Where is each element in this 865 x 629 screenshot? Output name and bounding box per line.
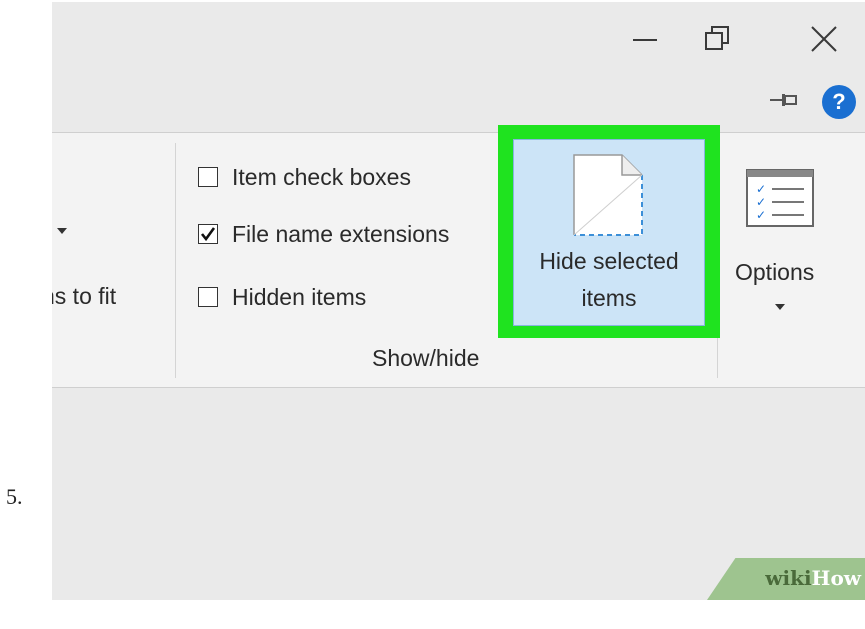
options-dropdown-arrow-icon[interactable] [775, 304, 785, 310]
highlight-box: Hide selected items [498, 125, 720, 338]
watermark-wiki: wiki [765, 566, 812, 590]
restore-button[interactable] [675, 2, 755, 82]
watermark-how: How [811, 566, 861, 590]
svg-text:✓: ✓ [756, 195, 766, 209]
close-button[interactable] [785, 2, 865, 82]
file-name-extensions-checkbox[interactable] [198, 224, 218, 244]
options-label[interactable]: Options [735, 259, 814, 286]
group-divider [175, 143, 176, 378]
svg-text:✓: ✓ [756, 182, 766, 196]
help-icon[interactable]: ? [822, 85, 856, 119]
hide-selected-label-line1: Hide selected [539, 248, 679, 274]
layout-partial-label[interactable]: ns to fit [52, 283, 116, 310]
hide-selected-items-button[interactable]: Hide selected items [513, 139, 705, 326]
step-number: 5. [6, 484, 23, 509]
close-icon [811, 26, 837, 52]
explorer-window: ? ns to fit Item check boxes File name e… [52, 2, 865, 600]
hide-document-icon [573, 154, 643, 236]
hidden-items-label: Hidden items [232, 284, 367, 310]
ribbon: ns to fit Item check boxes File name ext… [52, 132, 865, 388]
hide-selected-label-line2: items [581, 285, 637, 311]
hidden-items-checkbox[interactable] [198, 287, 218, 307]
minimize-icon [633, 39, 657, 41]
options-icon[interactable]: ✓ ✓ ✓ [746, 169, 814, 227]
wikihow-watermark: wikiHow [707, 558, 865, 600]
pin-icon[interactable] [770, 92, 800, 108]
svg-text:✓: ✓ [756, 208, 766, 222]
show-hide-group-label: Show/hide [372, 345, 480, 371]
item-check-boxes-checkbox[interactable] [198, 167, 218, 187]
checkmark-icon [200, 227, 216, 242]
dropdown-arrow-icon[interactable] [57, 228, 67, 234]
item-check-boxes-label: Item check boxes [232, 164, 411, 190]
file-name-extensions-label: File name extensions [232, 221, 450, 247]
